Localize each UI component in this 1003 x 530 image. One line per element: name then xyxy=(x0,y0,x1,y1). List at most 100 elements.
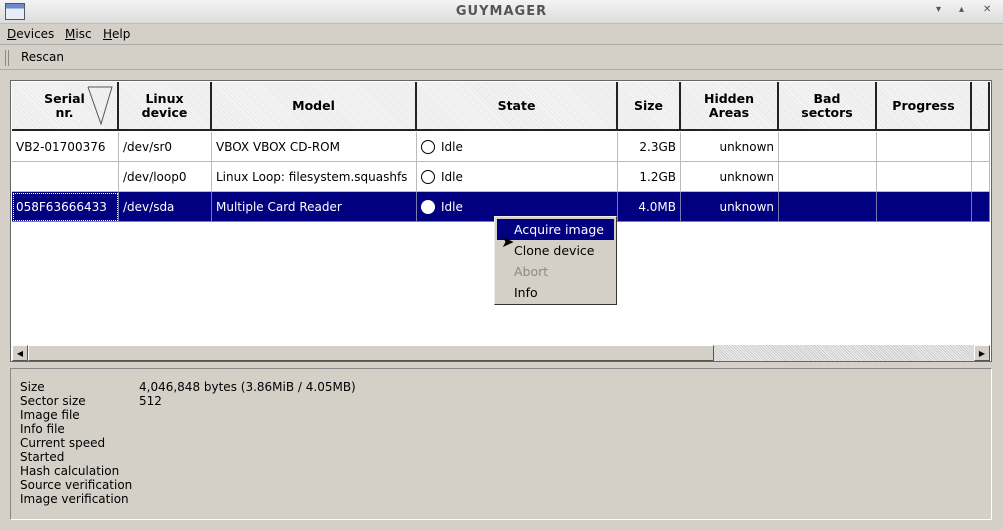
context-menu: Acquire image Clone device Abort Info xyxy=(494,216,617,305)
cell-serial[interactable] xyxy=(12,162,119,192)
scroll-right-button[interactable]: ▶ xyxy=(974,345,990,361)
info-label: Info file xyxy=(20,422,65,436)
header-text: Linux xyxy=(145,90,184,106)
cell-text: 2.3GB xyxy=(639,139,676,154)
header-text: sectors xyxy=(801,104,853,120)
sort-indicator-icon xyxy=(87,86,113,126)
menu-item-acquire-image[interactable]: Acquire image xyxy=(497,219,614,240)
cell-text: VB2-01700376 xyxy=(16,139,106,154)
info-label: Image verification xyxy=(20,492,129,506)
cell-text: 4.0MB xyxy=(638,199,676,214)
menu-bar: Devices Misc Help xyxy=(0,24,1003,45)
window-title: GUYMAGER xyxy=(455,4,548,19)
title-bar: GUYMAGER ▾ ▴ ✕ xyxy=(0,0,1003,24)
column-header-device[interactable]: Linux device xyxy=(119,82,212,131)
cell-serial[interactable]: 058F63666433 xyxy=(12,192,119,222)
column-header-progress[interactable]: Progress xyxy=(877,82,972,131)
info-label: Image file xyxy=(20,408,80,422)
header-text: State xyxy=(497,97,536,113)
state-idle-icon xyxy=(421,169,435,184)
cell-model[interactable]: Multiple Card Reader xyxy=(212,192,417,222)
cell-hidden-areas[interactable]: unknown xyxy=(681,192,779,222)
cell-bad-sectors[interactable] xyxy=(779,162,877,192)
info-label: Sector size xyxy=(20,394,86,408)
cell-model[interactable]: VBOX VBOX CD-ROM xyxy=(212,132,417,162)
info-value: 512 xyxy=(139,394,162,408)
header-text: Serial xyxy=(44,90,85,106)
cell-size[interactable]: 1.2GB xyxy=(618,162,681,192)
cell-text: 1.2GB xyxy=(639,169,676,184)
menu-item-info[interactable]: Info xyxy=(497,282,614,303)
cell-progress[interactable] xyxy=(877,192,972,222)
maximize-button[interactable]: ▴ xyxy=(959,4,964,15)
menu-misc[interactable]: Misc xyxy=(65,27,92,41)
cell-device[interactable]: /dev/loop0 xyxy=(119,162,212,192)
cell-text: unknown xyxy=(719,199,774,214)
column-header-state[interactable]: State xyxy=(417,82,618,131)
info-label: Size xyxy=(20,380,45,394)
header-text: nr. xyxy=(55,104,74,120)
cell-extra[interactable] xyxy=(972,192,990,222)
horizontal-scrollbar[interactable]: ◀ ▶ xyxy=(12,345,990,361)
scroll-thumb[interactable] xyxy=(28,345,714,361)
toolbar: Rescan xyxy=(0,46,1003,70)
cell-serial[interactable]: VB2-01700376 xyxy=(12,132,119,162)
minimize-button[interactable]: ▾ xyxy=(936,4,941,15)
toolbar-grip[interactable] xyxy=(5,50,9,66)
close-button[interactable]: ✕ xyxy=(983,4,991,15)
cell-device[interactable]: /dev/sda xyxy=(119,192,212,222)
cell-text: 058F63666433 xyxy=(16,199,107,214)
cell-model[interactable]: Linux Loop: filesystem.squashfs xyxy=(212,162,417,192)
column-header-bad-sectors[interactable]: Bad sectors xyxy=(779,82,877,131)
rescan-button[interactable]: Rescan xyxy=(21,50,64,64)
menu-item-clone-device[interactable]: Clone device xyxy=(497,240,614,261)
cell-text: VBOX VBOX CD-ROM xyxy=(216,139,340,154)
header-text: Progress xyxy=(892,97,955,113)
cell-text: Multiple Card Reader xyxy=(216,199,342,214)
info-label: Source verification xyxy=(20,478,133,492)
cell-text: Linux Loop: filesystem.squashfs xyxy=(216,169,408,184)
header-text: Hidden xyxy=(703,90,755,106)
info-label: Current speed xyxy=(20,436,106,450)
cell-text: Idle xyxy=(441,139,463,154)
cell-text: unknown xyxy=(719,139,774,154)
scroll-left-button[interactable]: ◀ xyxy=(12,345,28,361)
cell-hidden-areas[interactable]: unknown xyxy=(681,132,779,162)
cell-text: /dev/loop0 xyxy=(123,169,187,184)
header-text: Areas xyxy=(708,104,750,120)
cell-bad-sectors[interactable] xyxy=(779,132,877,162)
menu-item-abort: Abort xyxy=(514,264,549,279)
menu-devices[interactable]: Devices xyxy=(7,27,54,41)
column-header-serial[interactable]: Serial nr. xyxy=(12,82,119,131)
cell-device[interactable]: /dev/sr0 xyxy=(119,132,212,162)
info-label: Hash calculation xyxy=(20,464,120,478)
cell-state[interactable]: Idle xyxy=(417,132,618,162)
mouse-cursor-icon: ➤ xyxy=(501,232,515,251)
cell-size[interactable]: 4.0MB xyxy=(618,192,681,222)
column-header-model[interactable]: Model xyxy=(212,82,417,131)
cell-text: /dev/sda xyxy=(123,199,175,214)
header-text: device xyxy=(141,104,188,120)
cell-progress[interactable] xyxy=(877,162,972,192)
info-label: Started xyxy=(20,450,65,464)
column-header-size[interactable]: Size xyxy=(618,82,681,131)
cell-state[interactable]: Idle xyxy=(417,162,618,192)
header-text: Model xyxy=(292,97,335,113)
cell-progress[interactable] xyxy=(877,132,972,162)
cell-size[interactable]: 2.3GB xyxy=(618,132,681,162)
cell-extra[interactable] xyxy=(972,162,990,192)
cell-text: Idle xyxy=(441,199,463,214)
cell-text: unknown xyxy=(719,169,774,184)
cell-extra[interactable] xyxy=(972,132,990,162)
column-header-extra[interactable] xyxy=(972,82,990,131)
state-idle-icon xyxy=(421,139,435,154)
menu-help[interactable]: Help xyxy=(103,27,130,41)
cell-bad-sectors[interactable] xyxy=(779,192,877,222)
cell-hidden-areas[interactable]: unknown xyxy=(681,162,779,192)
header-text: Bad xyxy=(813,90,841,106)
info-value: 4,046,848 bytes (3.86MiB / 4.05MB) xyxy=(139,380,356,394)
header-text: Size xyxy=(633,97,664,113)
cell-text: /dev/sr0 xyxy=(123,139,173,154)
column-header-hidden-areas[interactable]: Hidden Areas xyxy=(681,82,779,131)
cell-text: Idle xyxy=(441,169,463,184)
